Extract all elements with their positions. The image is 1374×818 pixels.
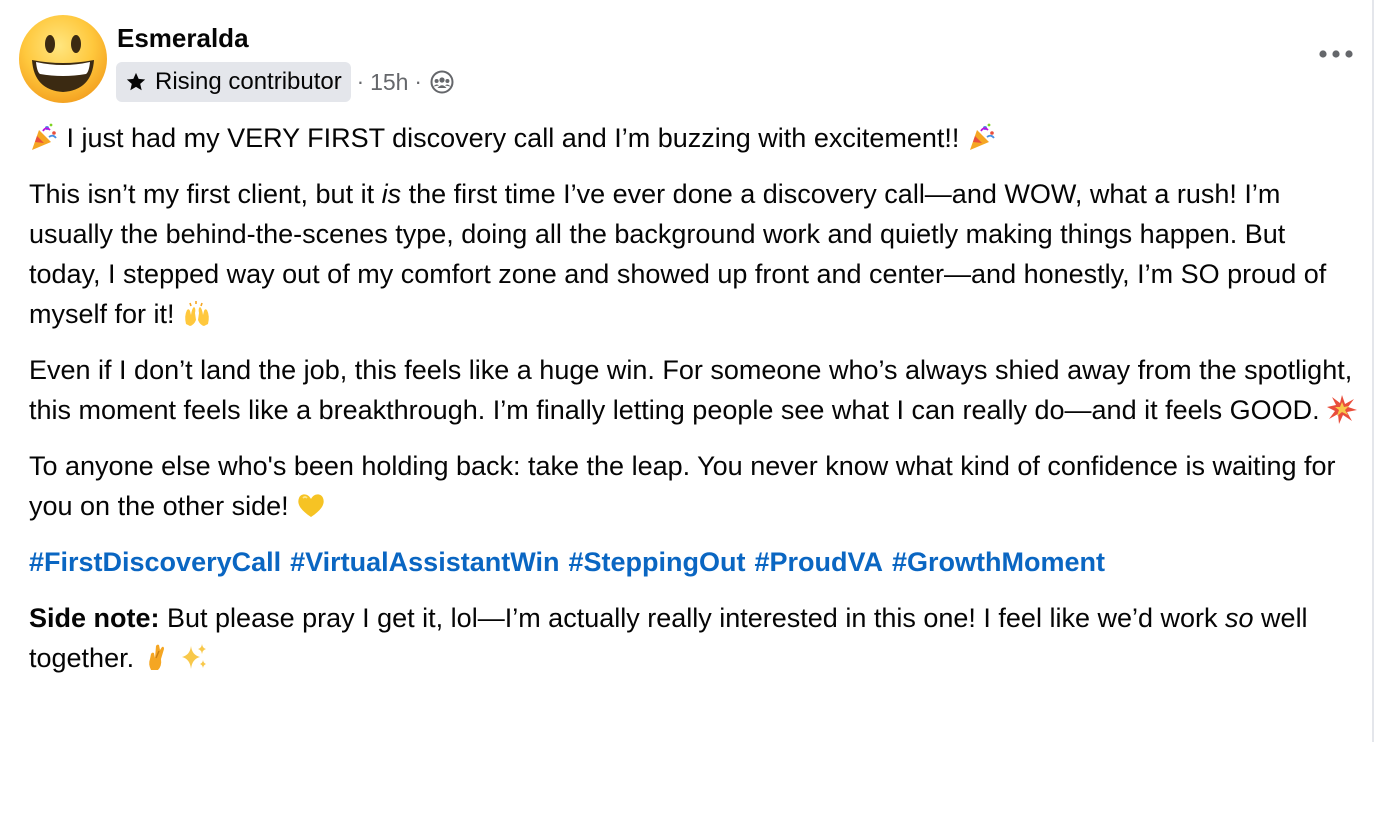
paragraph-1: I just had my VERY FIRST discovery call … <box>29 118 1364 158</box>
group-members-icon[interactable] <box>430 70 454 94</box>
paragraph-2-text: This isn’t my first client, but it <box>29 179 382 209</box>
sparkles-emoji <box>182 644 207 669</box>
meta-separator: · <box>414 69 422 94</box>
hashtag-link[interactable]: #SteppingOut <box>568 547 745 577</box>
paragraph-3: Even if I don’t land the job, this feels… <box>29 350 1364 430</box>
paragraph-5: Side note: But please pray I get it, lol… <box>29 598 1364 678</box>
post-timestamp[interactable]: 15h <box>370 69 408 96</box>
hashtag-link[interactable]: #VirtualAssistantWin <box>290 547 559 577</box>
post-content: I just had my VERY FIRST discovery call … <box>29 118 1364 694</box>
author-name[interactable]: Esmeralda <box>117 22 249 54</box>
hashtag-link[interactable]: #ProudVA <box>754 547 883 577</box>
paragraph-2-italic: is <box>381 179 402 209</box>
hashtags: #FirstDiscoveryCall #VirtualAssistantWin #… <box>29 542 1364 582</box>
post-card: Esmeralda Rising contributor · 15h · I j… <box>0 0 1374 818</box>
collision-emoji <box>1327 395 1358 424</box>
yellow-heart-emoji <box>298 494 324 517</box>
paragraph-2: This isn’t my first client, but it is th… <box>29 174 1364 334</box>
meta-separator: · <box>356 69 365 94</box>
party-popper-emoji <box>32 123 57 150</box>
hashtag-link[interactable]: #GrowthMoment <box>892 547 1105 577</box>
paragraph-5-italic: so <box>1225 603 1254 633</box>
avatar[interactable] <box>18 14 108 104</box>
more-options-button[interactable] <box>1316 40 1356 68</box>
post-meta: Rising contributor · 15h · <box>116 62 454 102</box>
paragraph-5-text: But please pray I get it, lol—I’m actual… <box>159 603 1226 633</box>
paragraph-4-text: To anyone else who's been holding back: … <box>29 451 1336 521</box>
badge-label: Rising contributor <box>155 68 342 95</box>
paragraph-3-text: Even if I don’t land the job, this feels… <box>29 355 1353 425</box>
hashtag-link[interactable]: #FirstDiscoveryCall <box>29 547 281 577</box>
side-note-label: Side note: <box>29 603 160 633</box>
rising-contributor-badge[interactable]: Rising contributor <box>116 62 351 102</box>
paragraph-4: To anyone else who's been holding back: … <box>29 446 1364 526</box>
paragraph-1-text: I just had my VERY FIRST discovery call … <box>66 123 960 153</box>
more-options-icon <box>1319 50 1353 58</box>
crossed-fingers-emoji <box>148 644 164 670</box>
party-popper-emoji <box>969 123 995 150</box>
star-icon <box>126 72 146 91</box>
raising-hands-emoji <box>185 301 209 326</box>
